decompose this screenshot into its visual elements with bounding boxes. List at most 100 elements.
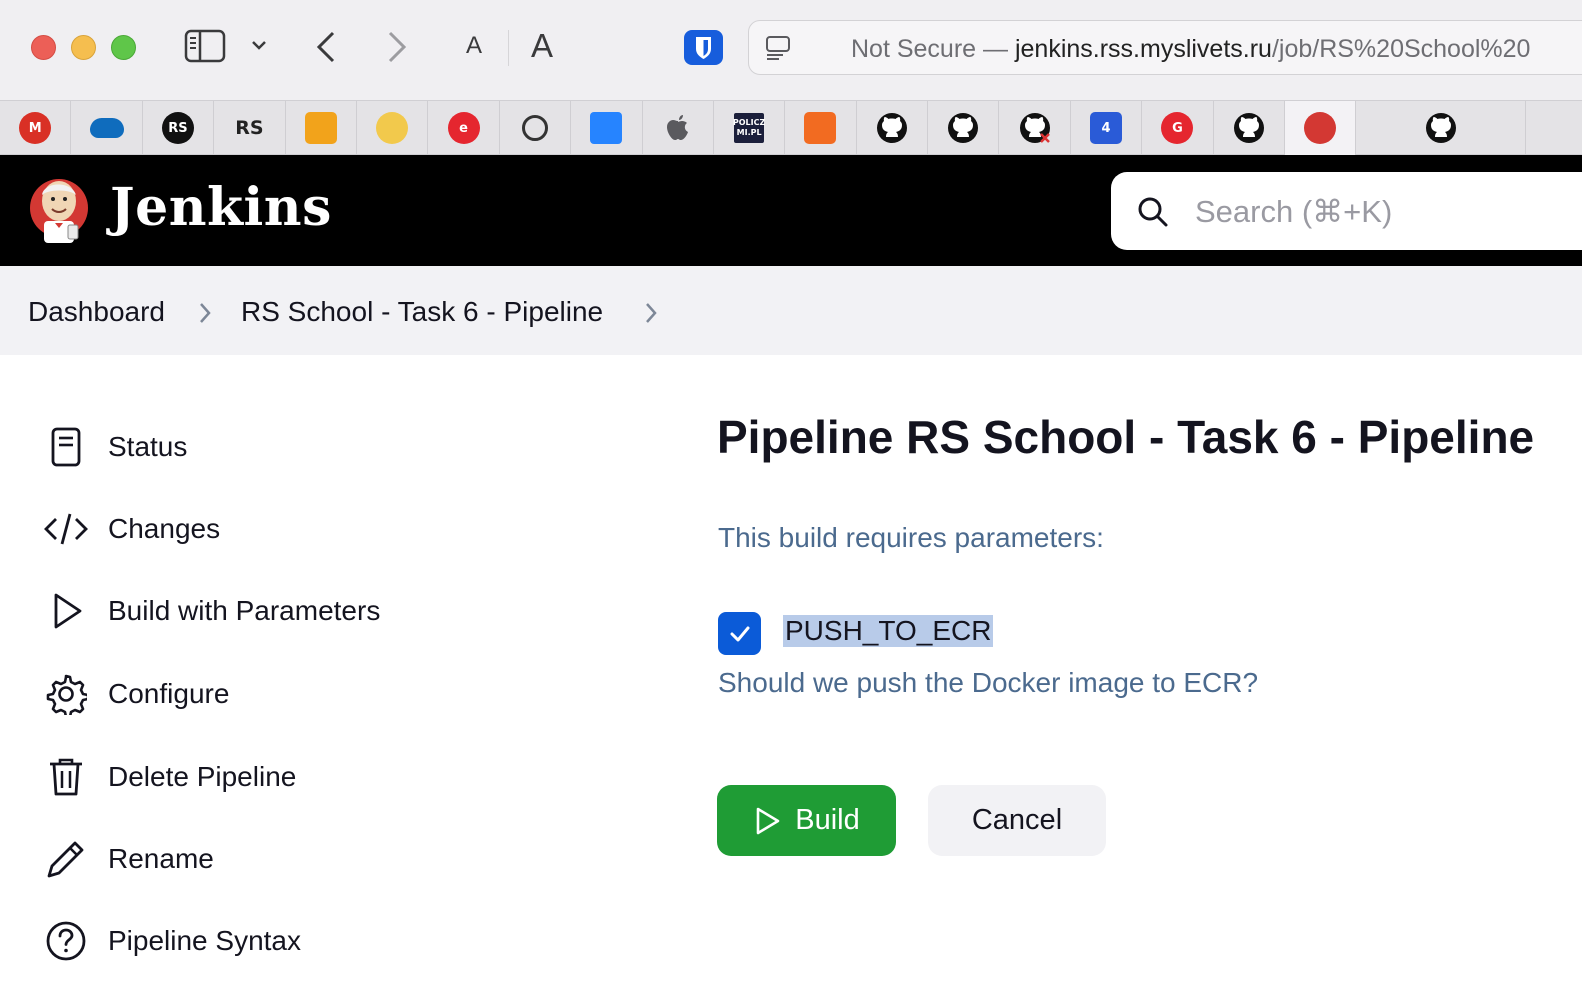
jenkins-icon [1304, 112, 1337, 144]
gmail-icon: M [19, 112, 52, 144]
build-button[interactable]: Build [717, 785, 896, 856]
github-icon [1425, 112, 1457, 144]
sidebar-item-build-with-parameters[interactable]: Build with Parameters [44, 589, 380, 633]
calendar-icon [304, 112, 337, 144]
search-icon [1137, 196, 1169, 233]
github-icon [947, 112, 979, 144]
favorite-item[interactable] [785, 101, 857, 155]
url-host: jenkins.rss.myslivets.ru [1014, 35, 1272, 63]
parameters-intro-text: This build requires parameters: [718, 522, 1104, 553]
breadcrumb-pipeline[interactable]: RS School - Task 6 - Pipeline [241, 296, 603, 328]
sidebar-item-pipeline-syntax[interactable]: Pipeline Syntax [44, 919, 301, 963]
sidebar-item-label: Changes [108, 513, 221, 544]
jenkins-header: Jenkins Search (⌘+K) [0, 155, 1582, 266]
zoom-window-button[interactable] [111, 35, 136, 60]
favorite-item[interactable]: RS [143, 101, 215, 155]
favorite-item[interactable] [71, 101, 143, 155]
play-icon [44, 589, 88, 633]
bitwarden-extension-icon[interactable] [684, 30, 723, 65]
sidebar-item-label: Build with Parameters [108, 595, 381, 626]
reader-mode-icon[interactable] [765, 35, 793, 61]
g-icon: G [1161, 112, 1194, 144]
sidebar-item-configure[interactable]: Configure [44, 672, 229, 716]
sidebar-item-status[interactable]: Status [44, 425, 187, 469]
decrease-font-button[interactable]: A [466, 32, 482, 60]
apple-icon [662, 112, 694, 144]
favorite-item[interactable]: e [428, 101, 500, 155]
favorite-item[interactable] [1214, 101, 1286, 155]
policzmi-icon: POLICZ MI.PL [733, 113, 765, 143]
code-icon [44, 507, 88, 551]
checkmark-icon [730, 626, 749, 641]
trash-icon [44, 755, 88, 799]
sidebar-item-rename[interactable]: Rename [44, 837, 214, 881]
breadcrumb: Dashboard RS School - Task 6 - Pipeline [0, 266, 1582, 355]
favorite-item[interactable] [571, 101, 643, 155]
build-button-label: Build [795, 804, 860, 836]
close-window-button[interactable] [31, 35, 56, 60]
breadcrumb-dashboard[interactable]: Dashboard [28, 296, 165, 328]
minimize-window-button[interactable] [71, 35, 96, 60]
favorite-item[interactable]: 4 [1071, 101, 1143, 155]
push-to-ecr-checkbox[interactable] [718, 612, 761, 655]
sidebar-item-label: Configure [108, 678, 230, 709]
jenkins-logo-icon[interactable] [28, 169, 90, 247]
favorite-item[interactable] [857, 101, 929, 155]
page-title: Pipeline RS School - Task 6 - Pipeline [717, 411, 1535, 463]
browser-toolbar: A A Not Secure — jenkins.rss.myslivets.r… [0, 0, 1582, 100]
four-icon: 4 [1090, 112, 1123, 144]
sidebar-item-label: Pipeline Syntax [108, 925, 302, 956]
document-icon [44, 425, 88, 469]
favorite-item[interactable]: G [1142, 101, 1214, 155]
e-icon: e [447, 112, 480, 144]
forward-icon[interactable] [385, 30, 409, 64]
favorites-bar: M RS RS e POLICZ MI.PL 4 G [0, 100, 1582, 155]
parameter-name-label[interactable]: PUSH_TO_ECR [783, 615, 994, 647]
not-secure-label: Not Secure — [851, 35, 1015, 63]
cube-icon [804, 112, 837, 144]
rs-school-round-icon: RS [161, 112, 194, 144]
chevron-down-icon[interactable] [250, 38, 268, 52]
favorite-item[interactable]: POLICZ MI.PL [714, 101, 786, 155]
github-icon [876, 112, 908, 144]
help-icon [44, 919, 88, 963]
search-box[interactable]: Search (⌘+K) [1111, 172, 1582, 250]
favorite-item[interactable] [286, 101, 357, 155]
cancel-button[interactable]: Cancel [928, 785, 1106, 856]
chevron-right-icon[interactable] [642, 300, 660, 331]
sidebar-item-label: Delete Pipeline [108, 761, 297, 792]
sidebar-item-label: Status [108, 431, 188, 462]
search-placeholder: Search (⌘+K) [1195, 194, 1393, 229]
increase-font-button[interactable]: A [531, 27, 553, 65]
student-avatar-icon [376, 112, 409, 144]
url-text: Not Secure — jenkins.rss.myslivets.ru/jo… [851, 35, 1530, 64]
address-bar[interactable]: Not Secure — jenkins.rss.myslivets.ru/jo… [748, 20, 1582, 75]
sidebar-toggle-icon[interactable] [184, 29, 226, 63]
rs-school-icon: RS [235, 117, 264, 139]
favorite-item[interactable] [643, 101, 714, 155]
favorite-item[interactable] [357, 101, 429, 155]
jira-icon [590, 112, 623, 144]
favorite-item[interactable] [500, 101, 572, 155]
github-error-icon [1019, 112, 1051, 144]
favorite-item[interactable]: RS [214, 101, 286, 155]
play-icon [756, 807, 780, 834]
favorite-item[interactable]: M [0, 101, 72, 155]
favorite-item[interactable] [999, 101, 1071, 155]
spiral-icon [521, 115, 548, 141]
sidebar-item-changes[interactable]: Changes [44, 507, 220, 551]
sidebar-item-label: Rename [108, 843, 214, 874]
favorite-item[interactable] [928, 101, 1000, 155]
jenkins-title[interactable]: Jenkins [110, 177, 332, 238]
gear-icon [44, 672, 88, 716]
favorite-item[interactable] [1356, 101, 1527, 155]
pencil-icon [44, 837, 88, 881]
parameter-description: Should we push the Docker image to ECR? [718, 667, 1259, 698]
favorite-item[interactable] [1285, 101, 1357, 155]
onedrive-icon [89, 118, 124, 138]
github-icon [1233, 112, 1265, 144]
url-path: /job/RS%20School%20 [1271, 35, 1531, 63]
back-icon[interactable] [314, 30, 338, 64]
chevron-right-icon[interactable] [196, 300, 214, 331]
sidebar-item-delete-pipeline[interactable]: Delete Pipeline [44, 755, 296, 799]
